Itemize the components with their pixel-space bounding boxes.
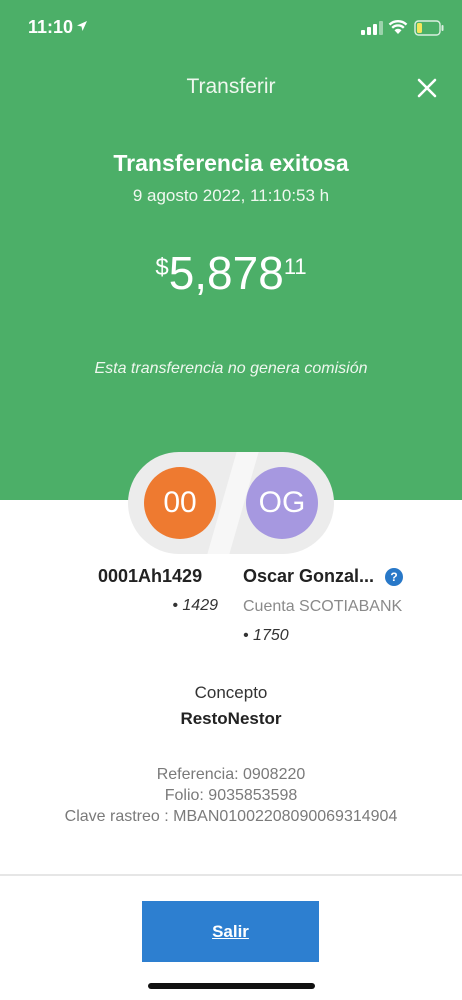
signal-icon bbox=[361, 21, 383, 35]
destination-avatar: OG bbox=[246, 467, 318, 539]
concept-label: Concepto bbox=[194, 683, 268, 702]
tracking-key: Clave rastreo : MBAN01002208090069314904 bbox=[64, 808, 398, 825]
transfer-date: 9 agosto 2022, 11:10:53 h bbox=[132, 186, 330, 205]
origin-avatar: 00 bbox=[144, 467, 216, 539]
origin-account-number: • 1429 bbox=[172, 597, 218, 614]
help-icon[interactable]: ? bbox=[385, 568, 403, 586]
status-time: 11:10 bbox=[28, 17, 74, 37]
transfer-amount: $5,87811 bbox=[0, 248, 462, 298]
folio-number: Folio: 9035853598 bbox=[164, 787, 298, 804]
wifi-icon bbox=[388, 20, 408, 34]
reference-number: Referencia: 0908220 bbox=[156, 766, 306, 783]
location-arrow-icon bbox=[77, 21, 87, 31]
concept-value: RestoNestor bbox=[180, 709, 282, 728]
exit-button[interactable]: Salir bbox=[142, 901, 319, 962]
destination-account-number: • 1750 bbox=[243, 627, 289, 644]
home-indicator[interactable] bbox=[148, 983, 315, 989]
fee-note: Esta transferencia no genera comisión bbox=[94, 360, 368, 377]
origin-account-name: 0001Ah1429 bbox=[98, 566, 203, 586]
destination-name: Oscar Gonzal... bbox=[243, 566, 375, 586]
amount-currency-symbol: $ bbox=[155, 254, 169, 281]
amount-integer: 5,878 bbox=[168, 247, 284, 299]
close-icon[interactable] bbox=[413, 74, 441, 102]
footer-divider bbox=[0, 874, 462, 876]
destination-bank: Cuenta SCOTIABANK bbox=[243, 598, 403, 615]
success-title: Transferencia exitosa bbox=[113, 150, 349, 176]
page-title: Transferir bbox=[186, 75, 276, 98]
amount-decimals: 11 bbox=[283, 254, 307, 279]
battery-icon bbox=[414, 20, 444, 36]
